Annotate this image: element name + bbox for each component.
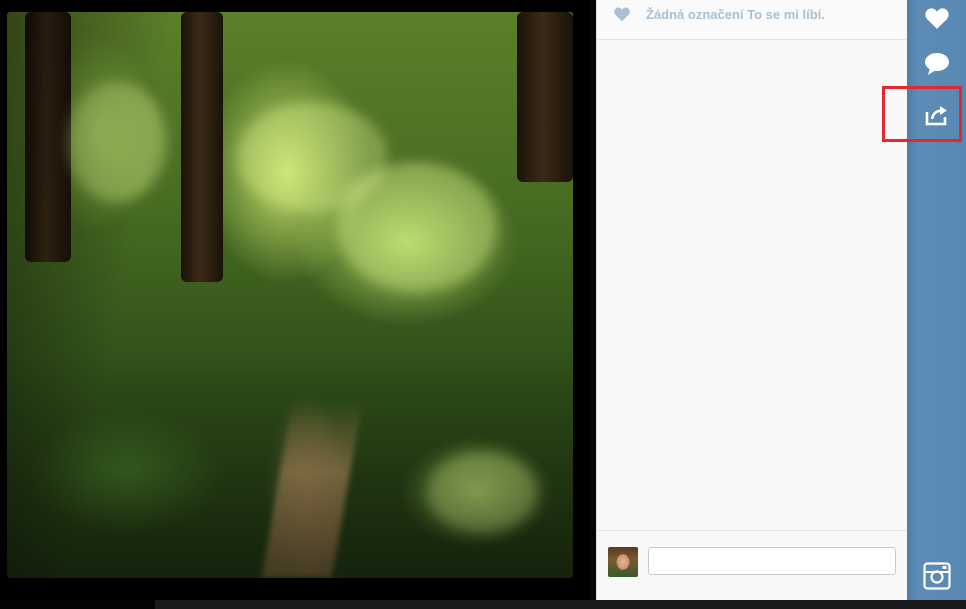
photo-shade	[7, 12, 573, 578]
bottom-bar	[0, 600, 966, 609]
bottom-bar-dark-segment	[0, 600, 155, 609]
comment-button[interactable]	[917, 46, 957, 82]
likes-row: Žádná označení To se mi líbí.	[597, 0, 908, 40]
action-rail	[907, 0, 966, 600]
photo-container	[0, 0, 590, 600]
comment-area	[597, 530, 908, 601]
instagram-button[interactable]	[917, 558, 957, 594]
share-icon	[925, 106, 947, 126]
side-panel: Žádná označení To se mi líbí.	[596, 0, 908, 601]
instagram-icon	[923, 562, 951, 590]
avatar[interactable]	[608, 547, 638, 577]
likes-text[interactable]: Žádná označení To se mi líbí.	[646, 7, 825, 22]
speech-bubble-icon	[925, 53, 949, 75]
comment-input[interactable]	[648, 547, 896, 575]
forest-photo[interactable]	[7, 12, 573, 578]
heart-icon	[925, 8, 949, 29]
share-button[interactable]	[917, 97, 957, 133]
stage: Žádná označení To se mi líbí.	[0, 0, 966, 609]
like-button[interactable]	[917, 0, 957, 36]
heart-icon[interactable]	[613, 6, 631, 22]
